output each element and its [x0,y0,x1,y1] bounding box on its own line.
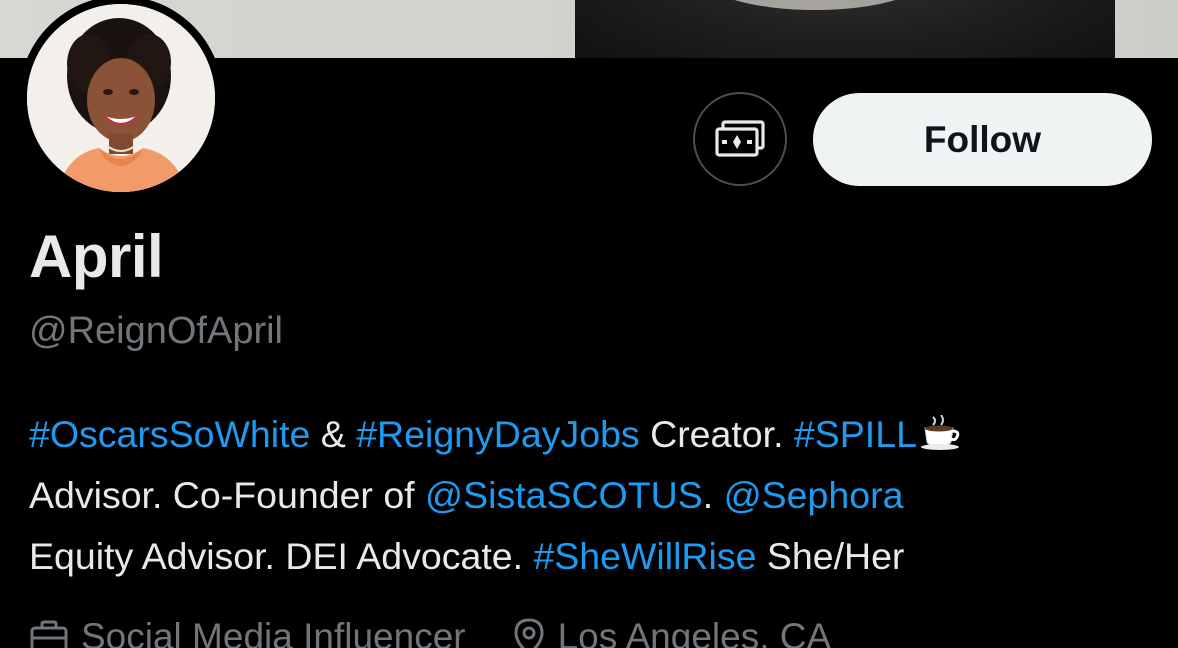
avatar[interactable] [27,4,215,192]
tip-button[interactable] [693,92,787,186]
follow-button[interactable]: Follow [813,93,1152,186]
profile-page: Follow April @ReignOfApril #OscarsSoWhit… [0,0,1178,648]
bio-text: She/Her [756,535,905,577]
mention-sistascotus-link[interactable]: @SistaSCOTUS [425,474,703,516]
profile-meta-row: Social Media Influencer Los Angeles, CA [29,612,877,648]
profile-handle: @ReignOfApril [29,310,283,352]
bio-line-1: #OscarsSoWhite & #ReignyDayJobs Creator.… [29,404,1159,465]
bio-text: Creator. [639,413,794,455]
display-name: April [29,223,164,290]
bio-text: . [702,474,724,516]
location-pin-icon [514,618,544,648]
bio-text: Equity Advisor. DEI Advocate. [29,535,534,577]
hashtag-reignydayjobs-link[interactable]: #ReignyDayJobs [356,413,639,455]
bio-line-2: Advisor. Co-Founder of @SistaSCOTUS. @Se… [29,465,1159,526]
hashtag-shewillrise-link[interactable]: #SheWillRise [533,535,756,577]
profile-category-label: Social Media Influencer [81,616,466,648]
briefcase-icon [30,620,68,648]
bio-text: & [310,413,357,455]
profile-location: Los Angeles, CA [512,616,832,648]
avatar-photo-icon [27,4,215,192]
hashtag-oscarssowhite-link[interactable]: #OscarsSoWhite [29,413,310,455]
bio-line-3: Equity Advisor. DEI Advocate. #SheWillRi… [29,526,1159,587]
coffee-emoji-icon [919,408,963,469]
bio-text: Advisor. Co-Founder of [29,474,426,516]
hashtag-spill-link[interactable]: #SPILL [794,413,917,455]
profile-location-label: Los Angeles, CA [557,616,832,648]
profile-bio: #OscarsSoWhite & #ReignyDayJobs Creator.… [29,404,1159,587]
profile-category: Social Media Influencer [29,616,466,648]
mention-sephora-link[interactable]: @Sephora [724,474,904,516]
money-icon [715,120,765,157]
